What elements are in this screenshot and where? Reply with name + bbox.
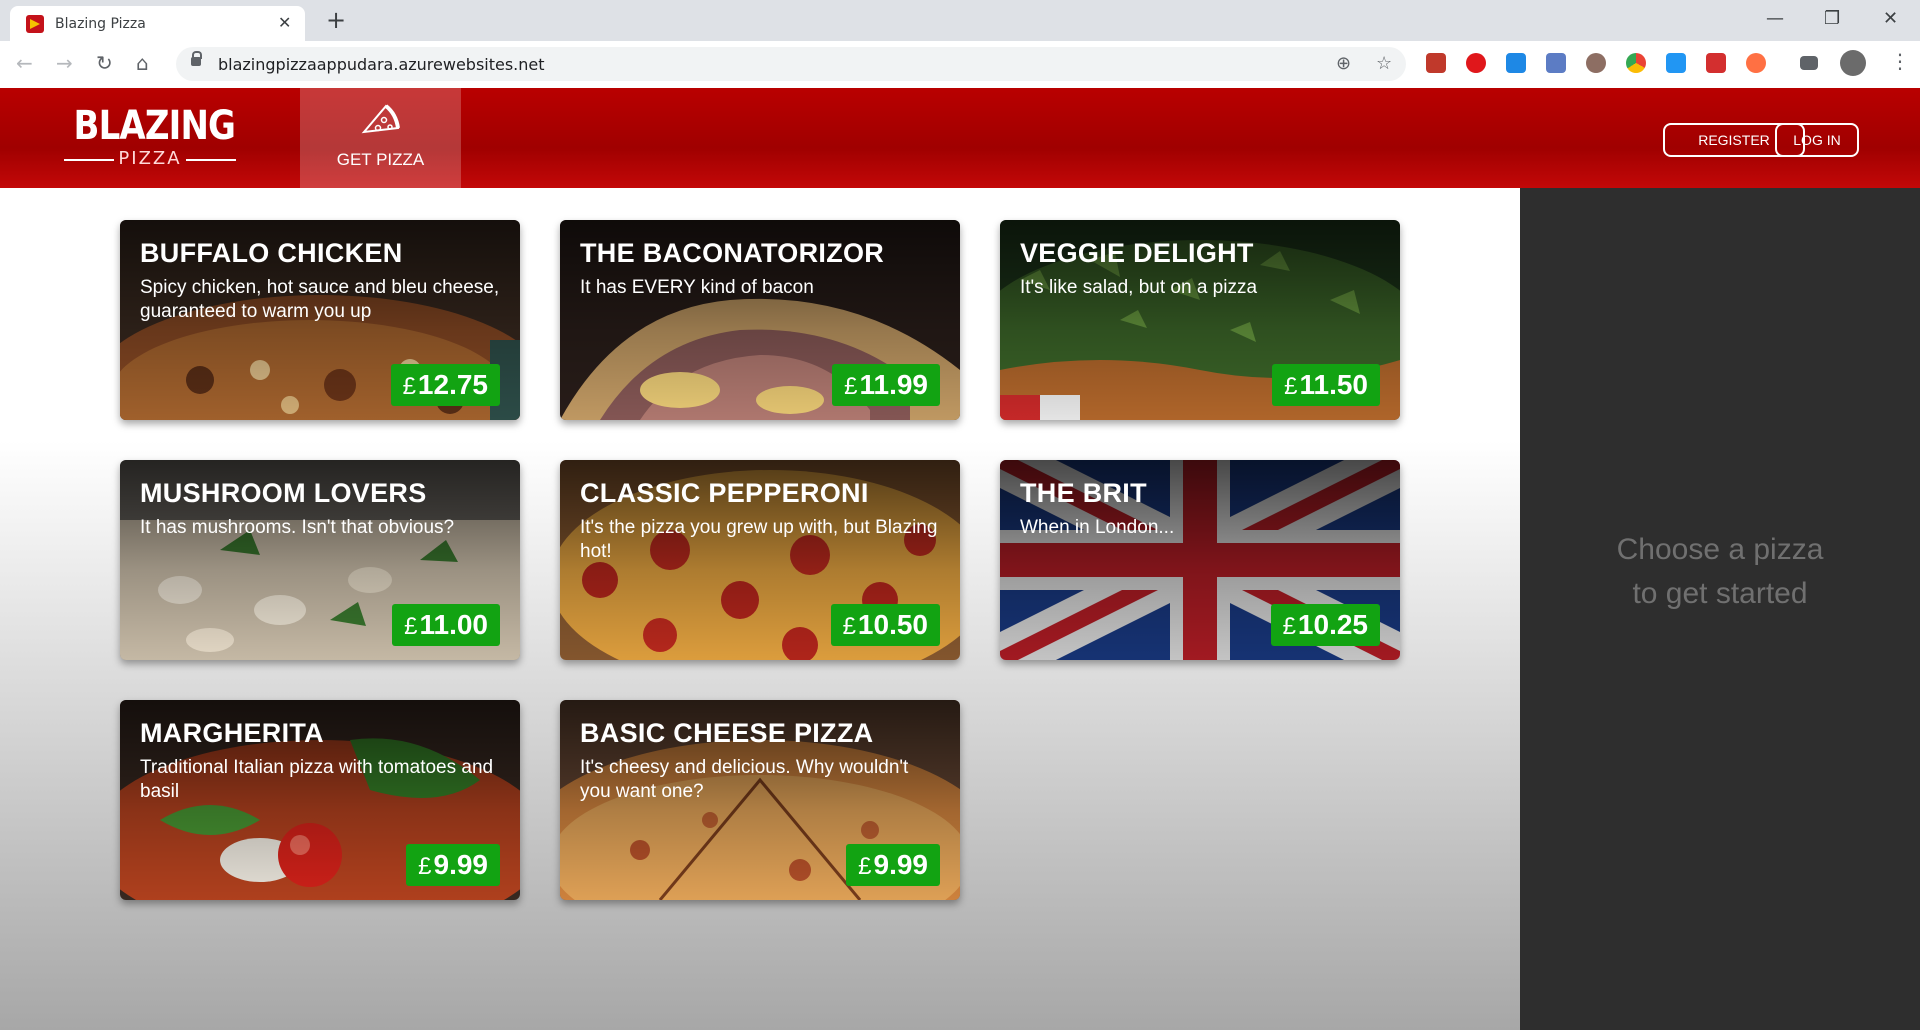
- url-text[interactable]: blazingpizzaappudara.azurewebsites.net: [218, 55, 545, 74]
- forward-icon[interactable]: →: [56, 51, 73, 75]
- close-tab-icon[interactable]: ✕: [278, 13, 291, 32]
- tab-title: Blazing Pizza: [55, 16, 146, 32]
- price-badge: £11.99: [832, 364, 940, 406]
- pizza-name: MUSHROOM LOVERS: [140, 478, 427, 508]
- pizza-description: Spicy chicken, hot sauce and bleu cheese…: [140, 277, 500, 322]
- pizza-name: THE BACONATORIZOR: [580, 238, 885, 268]
- currency-symbol: £: [844, 373, 858, 400]
- download-icon[interactable]: [1666, 53, 1686, 73]
- pizza-description: When in London...: [1020, 517, 1175, 538]
- currency-symbol: £: [1282, 613, 1296, 640]
- price-badge: £10.25: [1270, 604, 1380, 646]
- pizza-card[interactable]: THE BRIT When in London... £10.25: [1000, 460, 1400, 660]
- price-badge: £11.00: [392, 604, 500, 646]
- currency-symbol: £: [842, 613, 856, 640]
- pizza-description: It has EVERY kind of bacon: [580, 277, 814, 298]
- badge-icon[interactable]: [1706, 53, 1726, 73]
- currency-symbol: £: [1284, 373, 1298, 400]
- chrome-icon[interactable]: [1626, 53, 1646, 73]
- pizza-slice-icon: [361, 104, 400, 134]
- order-sidebar: Choose a pizza to get started: [1520, 188, 1920, 1030]
- pizza-card[interactable]: MARGHERITA Traditional Italian pizza wit…: [120, 700, 520, 900]
- pizza-name: BASIC CHEESE PIZZA: [580, 718, 874, 748]
- pizza-name: BUFFALO CHICKEN: [140, 238, 403, 268]
- pizza-name: MARGHERITA: [140, 718, 324, 748]
- price-value: 10.25: [1297, 609, 1368, 640]
- empty-order-line-1: Choose a pizza: [1616, 533, 1824, 566]
- pizza-description: It's the pizza you grew up with, but Bla…: [580, 517, 938, 562]
- app-header: BLAZING PIZZA GET PIZZA REGISTER LOG IN: [0, 88, 1920, 206]
- star-icon[interactable]: ☆: [1376, 53, 1392, 74]
- reload-icon[interactable]: ↻: [96, 51, 113, 75]
- restore-icon[interactable]: ❐: [1824, 8, 1840, 29]
- avatar[interactable]: [1840, 50, 1866, 76]
- lock-icon[interactable]: [191, 51, 202, 66]
- currency-symbol: £: [418, 853, 432, 880]
- pizza-card[interactable]: CLASSIC PEPPERONI It's the pizza you gre…: [560, 460, 960, 660]
- price-value: 9.99: [873, 849, 929, 880]
- pizza-card[interactable]: VEGGIE DELIGHT It's like salad, but on a…: [1000, 220, 1400, 420]
- camera-icon[interactable]: [1546, 53, 1566, 73]
- currency-symbol: £: [402, 373, 416, 400]
- pizza-description: It's like salad, but on a pizza: [1020, 277, 1258, 298]
- pizza-card[interactable]: MUSHROOM LOVERS It has mushrooms. Isn't …: [120, 460, 520, 660]
- close-window-icon[interactable]: ✕: [1883, 8, 1898, 29]
- add-icon[interactable]: ⊕: [1336, 53, 1351, 74]
- login-button[interactable]: LOG IN: [1775, 123, 1859, 157]
- cookie-icon[interactable]: [1586, 53, 1606, 73]
- currency-symbol: £: [404, 613, 418, 640]
- price-value: 11.99: [859, 369, 928, 400]
- ext-red-icon[interactable]: [1426, 53, 1446, 73]
- pizza-name: CLASSIC PEPPERONI: [580, 478, 869, 508]
- pizza-favicon-icon: [26, 15, 44, 33]
- price-value: 9.99: [433, 849, 489, 880]
- pizza-name: VEGGIE DELIGHT: [1020, 238, 1254, 268]
- nav-get-pizza-label: GET PIZZA: [336, 150, 425, 169]
- playlist-icon[interactable]: [1800, 56, 1818, 70]
- home-icon[interactable]: ⌂: [136, 51, 149, 75]
- price-value: 11.50: [1299, 369, 1368, 400]
- pizza-grid-area: BUFFALO CHICKEN Spicy chicken, hot sauce…: [0, 188, 1520, 1030]
- blazing-pizza-logo[interactable]: BLAZING PIZZA: [60, 104, 240, 174]
- browser-tab-bar: Blazing Pizza ✕ + — ❐ ✕: [0, 0, 1920, 41]
- price-value: 10.50: [857, 609, 928, 640]
- browser-tab[interactable]: Blazing Pizza ✕: [10, 6, 305, 41]
- nav-get-pizza[interactable]: GET PIZZA: [300, 88, 461, 206]
- empty-order-line-2: to get started: [1632, 577, 1808, 610]
- logo-main: BLAZING: [73, 103, 236, 149]
- logo-sub: PIZZA: [60, 148, 240, 170]
- price-badge: £9.99: [846, 844, 940, 886]
- new-tab-icon[interactable]: +: [326, 6, 346, 34]
- empty-order-message: Choose a pizza to get started: [1520, 528, 1920, 616]
- back-icon[interactable]: ←: [16, 51, 33, 75]
- price-value: 12.75: [417, 369, 488, 400]
- minimize-icon[interactable]: —: [1766, 8, 1784, 29]
- pizza-card[interactable]: THE BACONATORIZOR It has EVERY kind of b…: [560, 220, 960, 420]
- pizza-description: It's cheesy and delicious. Why wouldn't …: [580, 757, 909, 802]
- address-bar[interactable]: blazingpizzaappudara.azurewebsites.net ⊕…: [176, 47, 1406, 81]
- price-badge: £10.50: [830, 604, 940, 646]
- pizza-description: Traditional Italian pizza with tomatoes …: [140, 757, 494, 802]
- menu-icon[interactable]: ⋮: [1890, 49, 1910, 73]
- price-badge: £11.50: [1272, 364, 1380, 406]
- browser-toolbar: ← → ↻ ⌂ blazingpizzaappudara.azurewebsit…: [0, 41, 1920, 89]
- currency-symbol: £: [858, 853, 872, 880]
- price-badge: £12.75: [390, 364, 500, 406]
- price-badge: £9.99: [406, 844, 500, 886]
- pizza-name: THE BRIT: [1020, 478, 1147, 508]
- pizza-card[interactable]: BASIC CHEESE PIZZA It's cheesy and delic…: [560, 700, 960, 900]
- ext-dots-icon[interactable]: [1746, 53, 1766, 73]
- pizza-description: It has mushrooms. Isn't that obvious?: [140, 517, 455, 538]
- pizza-card[interactable]: BUFFALO CHICKEN Spicy chicken, hot sauce…: [120, 220, 520, 420]
- check-icon[interactable]: [1506, 53, 1526, 73]
- opera-icon[interactable]: [1466, 53, 1486, 73]
- price-value: 11.00: [419, 609, 488, 640]
